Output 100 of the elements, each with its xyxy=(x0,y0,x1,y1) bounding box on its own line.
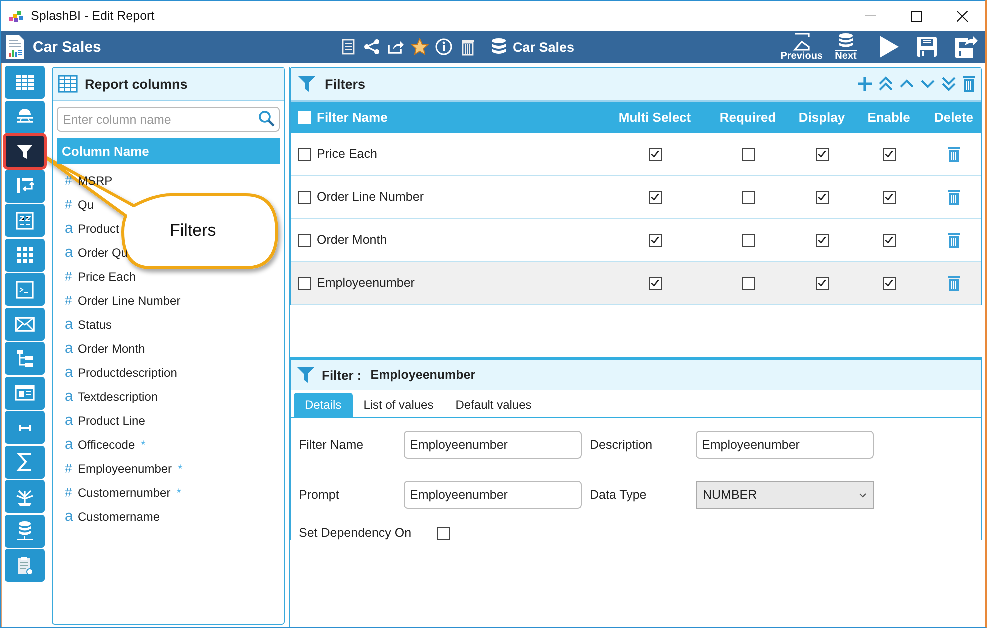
filter-tool-button[interactable] xyxy=(5,135,45,168)
display-checkbox[interactable] xyxy=(816,190,828,204)
column-header: Display xyxy=(798,110,846,125)
tree-tool-button[interactable] xyxy=(5,342,45,375)
move-to-bottom-icon[interactable] xyxy=(940,75,958,93)
column-item[interactable]: Employeenumber xyxy=(78,457,172,481)
filter-row[interactable]: Employeenumber xyxy=(291,262,981,305)
datasource-name: Car Sales xyxy=(513,40,575,54)
share-icon[interactable] xyxy=(363,38,381,56)
text-field[interactable]: Employeenumber xyxy=(404,431,582,459)
terminal-tool-button[interactable] xyxy=(5,273,45,306)
multi-select-checkbox[interactable] xyxy=(648,148,662,160)
column-item[interactable]: Order Month xyxy=(78,337,146,361)
enable-checkbox[interactable] xyxy=(882,148,896,160)
text-field[interactable]: Employeenumber xyxy=(404,481,582,509)
select-all-checkbox[interactable] xyxy=(298,111,310,124)
grid-tool-button[interactable] xyxy=(5,238,45,272)
report-title: Car Sales xyxy=(33,38,102,56)
text-type-icon: a xyxy=(65,433,78,457)
database-tool-button[interactable] xyxy=(5,514,45,548)
dependency-checkbox[interactable] xyxy=(437,526,450,540)
export-icon[interactable] xyxy=(387,38,405,56)
trash-icon[interactable] xyxy=(947,274,961,292)
text-type-icon: a xyxy=(65,385,78,409)
field-label: Filter Name xyxy=(299,438,365,452)
tab[interactable]: List of values xyxy=(352,393,445,417)
table-icon xyxy=(58,75,78,93)
filter-name: Order Month xyxy=(317,233,388,247)
row-checkbox[interactable] xyxy=(298,190,310,204)
search-icon xyxy=(258,110,276,128)
trash-icon[interactable] xyxy=(947,188,961,206)
text-type-icon: a xyxy=(65,361,78,385)
enable-checkbox[interactable] xyxy=(882,234,896,246)
enable-checkbox[interactable] xyxy=(882,190,896,204)
multi-select-checkbox[interactable] xyxy=(648,234,662,246)
column-item[interactable]: Status xyxy=(78,313,112,337)
display-checkbox[interactable] xyxy=(816,276,828,290)
filter-icon xyxy=(297,75,317,93)
column-item[interactable]: Product Line xyxy=(78,409,146,433)
next-button[interactable]: Next xyxy=(835,32,857,62)
field-label: Description xyxy=(590,438,654,452)
save-as-icon[interactable] xyxy=(953,34,979,60)
column-item[interactable]: Customername xyxy=(78,505,160,529)
fountain-tool-button[interactable] xyxy=(5,480,45,513)
column-header: Column Name xyxy=(57,138,280,164)
search-field[interactable]: Enter column name xyxy=(57,107,280,132)
enable-checkbox[interactable] xyxy=(882,276,896,290)
row-checkbox[interactable] xyxy=(298,148,310,160)
text-type-icon: a xyxy=(65,313,78,337)
column-item[interactable]: Productdescription xyxy=(78,361,178,385)
previous-button[interactable]: Previous xyxy=(780,32,823,62)
multi-select-checkbox[interactable] xyxy=(648,276,662,290)
envelope-tool-button[interactable] xyxy=(5,308,45,340)
ruler-tool-button[interactable] xyxy=(5,411,45,444)
field-label: Set Dependency On xyxy=(299,526,413,540)
column-item[interactable]: Customernumber xyxy=(78,481,171,505)
trash-icon[interactable] xyxy=(459,38,477,56)
number-type-icon: # xyxy=(65,193,78,217)
column-item[interactable]: Price Each xyxy=(78,265,136,289)
column-item[interactable]: Order Line Number xyxy=(78,289,181,313)
column-header: Filter Name xyxy=(317,110,389,125)
column-item[interactable]: Officecode xyxy=(78,433,136,457)
info-icon[interactable] xyxy=(435,38,453,56)
trash-icon[interactable] xyxy=(961,75,977,93)
table-tool-button[interactable] xyxy=(5,66,45,99)
sigma-tool-button[interactable] xyxy=(5,446,45,478)
database-icon xyxy=(835,32,857,50)
required-checkbox[interactable] xyxy=(742,276,754,290)
column-item[interactable]: Textdescription xyxy=(78,385,158,409)
column-header: Multi Select xyxy=(618,110,692,125)
trash-icon[interactable] xyxy=(947,146,961,162)
panel-title: Filters xyxy=(325,76,366,92)
move-to-top-icon[interactable] xyxy=(877,75,895,93)
number-type-icon: # xyxy=(65,481,78,505)
row-checkbox[interactable] xyxy=(298,234,310,246)
save-icon[interactable] xyxy=(915,35,939,59)
add-icon[interactable] xyxy=(856,75,874,93)
required-checkbox[interactable] xyxy=(742,190,754,204)
column-item[interactable]: Product xyxy=(78,217,120,241)
row-checkbox[interactable] xyxy=(298,276,310,290)
display-checkbox[interactable] xyxy=(816,234,828,246)
minimize-icon xyxy=(864,15,876,17)
trash-icon[interactable] xyxy=(947,232,961,248)
panel-title: Report columns xyxy=(85,76,188,92)
multi-select-checkbox[interactable] xyxy=(648,190,662,204)
text-field[interactable]: Employeenumber xyxy=(696,431,874,459)
filter-row[interactable]: Price Each xyxy=(291,133,981,176)
required-checkbox[interactable] xyxy=(742,234,754,246)
tab[interactable]: Default values xyxy=(444,393,543,417)
required-checkbox[interactable] xyxy=(742,148,754,160)
window-tool-button[interactable] xyxy=(5,376,45,410)
star-icon[interactable] xyxy=(411,38,429,56)
database-icon xyxy=(491,38,507,56)
sort-tool-button[interactable] xyxy=(5,204,45,237)
display-checkbox[interactable] xyxy=(816,148,828,160)
filter-row[interactable]: Order Line Number xyxy=(291,176,981,219)
column-item[interactable]: Qu xyxy=(78,193,94,217)
data-type-dropdown[interactable]: NUMBER xyxy=(696,481,874,509)
run-icon[interactable] xyxy=(877,35,901,59)
clipboard-tool-button[interactable] xyxy=(5,549,45,582)
